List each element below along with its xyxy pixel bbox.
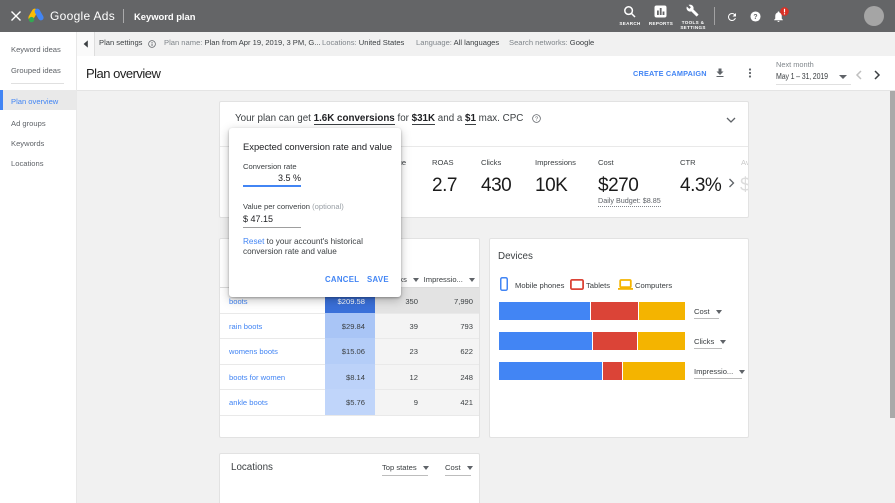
svg-text:?: ?	[753, 14, 757, 21]
